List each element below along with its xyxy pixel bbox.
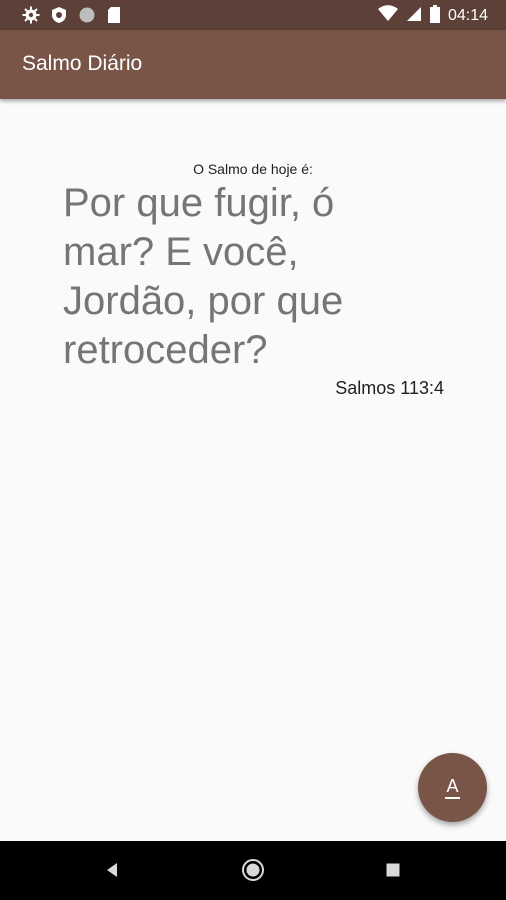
status-bar: 04:14 [0,0,506,30]
status-right-icons: 04:14 [377,5,488,27]
app-bar: Salmo Diário [0,30,506,99]
font-size-icon-underline [445,796,460,799]
screen: 04:14 Salmo Diário O Salmo de hoje é: Po… [0,0,506,900]
gear-icon [22,6,40,28]
psalm-verse-text: Por que fugir, ó mar? E você, Jordão, po… [63,181,344,372]
todays-psalm-label: O Salmo de hoje é: [193,161,313,177]
status-left-icons [22,6,122,28]
shield-icon [50,6,68,28]
wifi-icon [377,5,398,27]
circle-icon [78,6,96,28]
navigation-bar [0,841,506,900]
status-time: 04:14 [447,7,488,24]
home-icon [242,859,264,881]
psalm-reference: Salmos 113:4 [335,378,444,398]
back-button[interactable] [98,855,128,885]
back-icon [107,863,117,877]
signal-icon [406,5,422,27]
app-title: Salmo Diário [22,52,143,75]
battery-icon [429,5,440,27]
recents-icon [386,863,400,877]
sd-card-icon [106,6,122,28]
recents-button[interactable] [378,855,408,885]
font-size-icon: A [446,775,459,796]
home-button[interactable] [238,855,268,885]
font-size-button[interactable]: A [418,753,487,822]
